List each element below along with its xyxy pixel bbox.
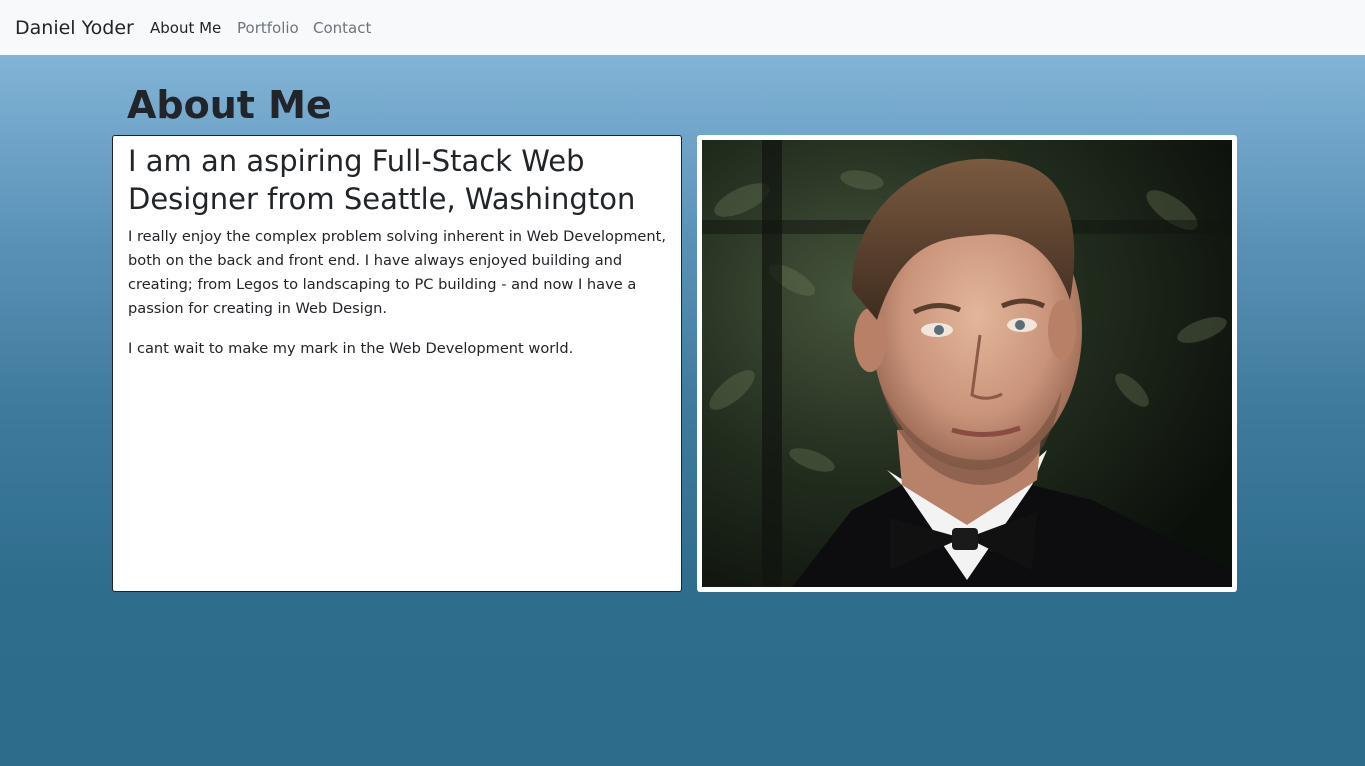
top-navbar: Daniel Yoder About Me Portfolio Contact: [0, 0, 1365, 55]
nav-link-about-me[interactable]: About Me: [150, 17, 221, 39]
portrait-illustration: [702, 140, 1232, 587]
about-paragraph-2: I cant wait to make my mark in the Web D…: [128, 340, 574, 357]
nav-link-contact[interactable]: Contact: [313, 17, 371, 39]
about-heading: I am an aspiring Full-Stack Web Designer…: [128, 144, 636, 216]
photo-card: [697, 135, 1237, 592]
about-paragraph-1: I really enjoy the complex problem solvi…: [128, 228, 667, 317]
about-text-card: I am an aspiring Full-Stack Web Designer…: [112, 135, 682, 592]
page-title: About Me: [127, 83, 332, 127]
profile-photo: [702, 140, 1232, 587]
brand-link[interactable]: Daniel Yoder: [15, 15, 134, 41]
nav-link-portfolio[interactable]: Portfolio: [237, 17, 299, 39]
